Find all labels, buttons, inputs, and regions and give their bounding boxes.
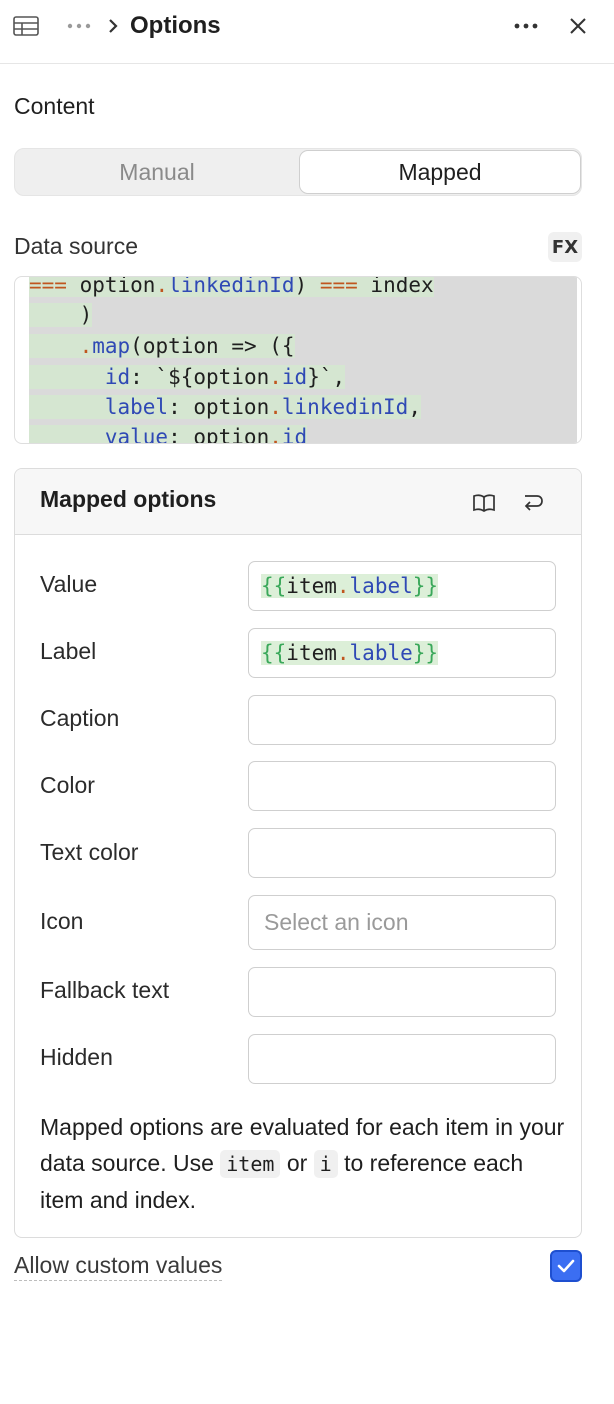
- label-input-text: {{item.lable}}: [261, 641, 439, 665]
- icon-select[interactable]: Select an icon: [248, 895, 556, 950]
- content-mode-segmented-control: Manual Mapped: [14, 148, 582, 196]
- table-icon[interactable]: [12, 14, 40, 38]
- color-label: Color: [40, 772, 95, 798]
- code-line: ): [29, 303, 93, 327]
- checkmark-icon: [557, 1259, 575, 1273]
- data-source-label: Data source: [14, 233, 139, 259]
- color-input[interactable]: [248, 761, 556, 811]
- chevron-right-icon: [109, 19, 118, 33]
- code-line: label: option.linkedinId,: [29, 393, 421, 421]
- segment-mapped[interactable]: Mapped: [299, 150, 581, 194]
- close-icon[interactable]: [566, 14, 590, 38]
- mapped-options-panel: Mapped options Value {{item.label}} Labe…: [14, 468, 582, 1238]
- value-input[interactable]: {{item.label}}: [248, 561, 556, 611]
- code-line: .map(option => ({: [29, 332, 295, 360]
- panel-header: Options: [0, 0, 614, 64]
- icon-select-placeholder: Select an icon: [264, 909, 409, 935]
- value-label: Value: [40, 571, 98, 597]
- mapped-options-help-text: Mapped options are evaluated for each it…: [40, 1114, 565, 1213]
- data-source-code-editor[interactable]: === option.linkedinId) === index ) .map(…: [14, 276, 582, 444]
- more-options-icon[interactable]: [512, 16, 540, 36]
- text-wrap-icon[interactable]: [521, 491, 545, 513]
- fallback-text-input[interactable]: [248, 967, 556, 1017]
- code-line: === option.linkedinId) === index: [29, 277, 434, 299]
- index-code-chip: i: [313, 1150, 338, 1178]
- caption-label: Caption: [40, 705, 120, 731]
- caption-input[interactable]: [248, 695, 556, 745]
- icon-label: Icon: [40, 908, 84, 934]
- allow-custom-values-checkbox[interactable]: [550, 1250, 582, 1282]
- fallback-text-label: Fallback text: [40, 977, 170, 1003]
- breadcrumb-more-icon[interactable]: [66, 16, 92, 36]
- code-line: value: option.id: [29, 423, 308, 443]
- content-section-title: Content: [14, 93, 95, 119]
- book-icon[interactable]: [471, 492, 497, 514]
- label-input[interactable]: {{item.lable}}: [248, 628, 556, 678]
- mapped-options-title: Mapped options: [40, 486, 217, 512]
- mapped-options-header: Mapped options: [15, 469, 581, 535]
- fx-toggle-button[interactable]: FX: [548, 232, 582, 262]
- allow-custom-values-label[interactable]: Allow custom values: [14, 1252, 223, 1281]
- hidden-input[interactable]: [248, 1034, 556, 1084]
- text-color-label: Text color: [40, 839, 139, 865]
- label-label: Label: [40, 638, 97, 664]
- code-line: id: `${option.id}`,: [29, 363, 346, 391]
- text-color-input[interactable]: [248, 828, 556, 878]
- segment-manual[interactable]: Manual: [15, 149, 299, 195]
- page-title: Options: [130, 12, 221, 39]
- item-code-chip: item: [220, 1150, 281, 1178]
- value-input-text: {{item.label}}: [261, 574, 439, 598]
- hidden-label: Hidden: [40, 1044, 113, 1070]
